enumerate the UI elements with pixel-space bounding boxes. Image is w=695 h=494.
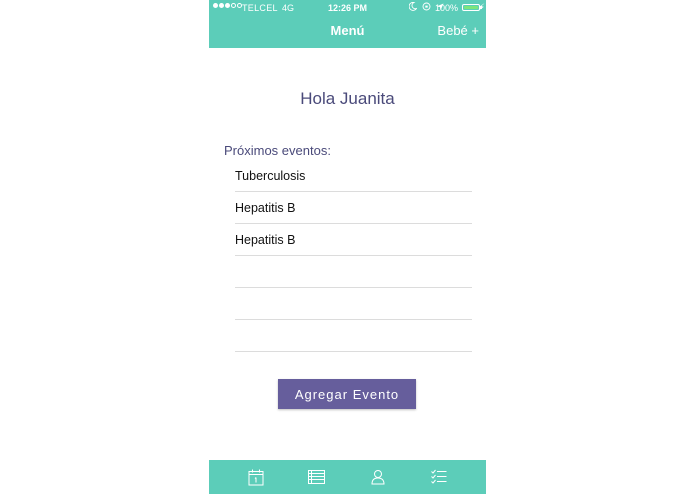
- charging-bolt-icon: ⚡: [478, 2, 485, 12]
- event-row[interactable]: Tuberculosis: [235, 160, 472, 192]
- event-row[interactable]: [235, 256, 472, 288]
- tab-bar: [209, 460, 486, 494]
- event-row[interactable]: [235, 288, 472, 320]
- event-row[interactable]: Hepatitis B: [235, 192, 472, 224]
- tab-records[interactable]: [302, 462, 332, 492]
- moon-icon: [409, 2, 417, 11]
- event-row[interactable]: [235, 320, 472, 352]
- profile-icon: [371, 470, 385, 485]
- greeting-heading: Hola Juanita: [300, 89, 395, 108]
- list-icon: [308, 470, 326, 484]
- battery-icon: [462, 4, 482, 11]
- tab-checklist[interactable]: [424, 462, 454, 492]
- upcoming-events-label: Próximos eventos:: [224, 143, 331, 158]
- upcoming-events-list: Tuberculosis Hepatitis B Hepatitis B: [235, 160, 472, 352]
- add-event-button[interactable]: Agregar Evento: [278, 379, 416, 409]
- event-row[interactable]: Hepatitis B: [235, 224, 472, 256]
- orientation-lock-icon: [422, 2, 431, 11]
- app-screen: TELCEL 4G 12:26 PM 100% ⚡ Menú Bebé + Ho…: [209, 0, 486, 494]
- add-baby-button[interactable]: Bebé +: [437, 23, 479, 38]
- tab-profile[interactable]: [363, 462, 393, 492]
- top-bar: TELCEL 4G 12:26 PM 100% ⚡ Menú Bebé +: [209, 0, 486, 48]
- battery-percentage: 100%: [434, 3, 458, 13]
- calendar-icon: [248, 469, 264, 485]
- tab-calendar[interactable]: [241, 462, 271, 492]
- checklist-icon: [431, 469, 447, 484]
- status-bar: TELCEL 4G 12:26 PM 100% ⚡: [209, 0, 486, 16]
